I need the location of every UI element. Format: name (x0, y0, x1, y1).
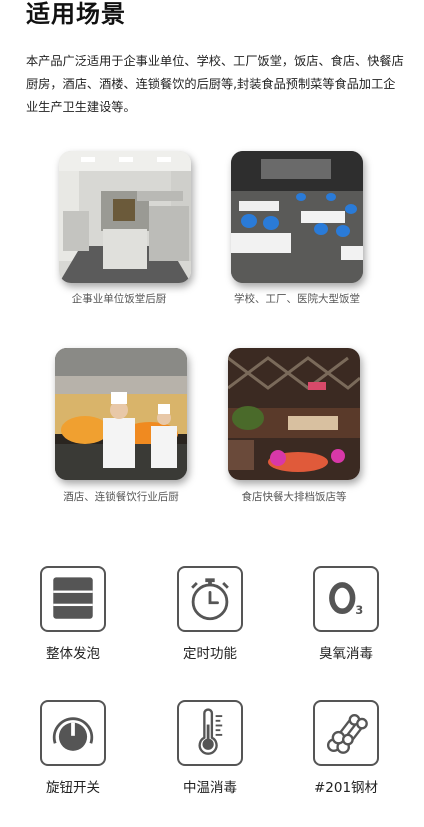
feature-label: 中温消毒 (183, 780, 237, 796)
feature-label: 整体发泡 (46, 646, 100, 662)
feature-label: #201钢材 (313, 780, 379, 796)
svg-text:3: 3 (355, 604, 363, 617)
feature-label: 臭氧消毒 (319, 646, 373, 662)
thermometer-icon (177, 700, 243, 766)
scenario-caption: 学校、工厂、医院大型饭堂 (234, 293, 360, 305)
feature-label: 定时功能 (183, 646, 237, 662)
stopwatch-icon (177, 566, 243, 632)
canteen-photo (231, 151, 363, 283)
foam-layers-icon (40, 566, 106, 632)
commercial-kitchen-photo (59, 151, 191, 283)
scenario-caption: 酒店、连锁餐饮行业后厨 (63, 491, 179, 503)
ozone-icon: 3 (313, 566, 379, 632)
section-description: 本产品广泛适用于企事业单位、学校、工厂饭堂，饭店、食店、快餐店厨房，酒店、酒楼、… (26, 54, 404, 114)
chefs-cooking-photo (55, 348, 187, 480)
night-food-stall-photo (228, 348, 360, 480)
scenario-caption: 食店快餐大排档饭店等 (241, 491, 347, 503)
page-title: 适用场景 (26, 0, 126, 28)
knob-icon (40, 700, 106, 766)
feature-label: 旋钮开关 (46, 780, 100, 796)
steel-pipes-icon (313, 700, 379, 766)
scenario-caption: 企事业单位饭堂后厨 (71, 293, 167, 305)
